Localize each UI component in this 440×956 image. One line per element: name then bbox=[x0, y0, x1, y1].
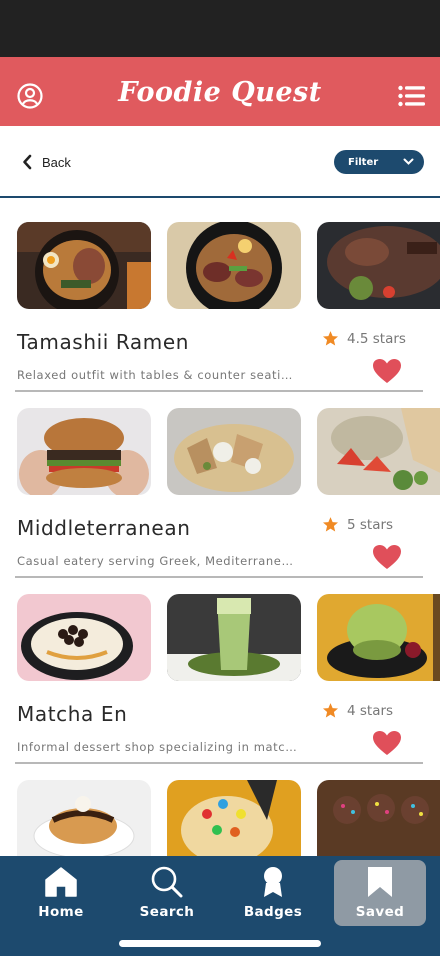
restaurant-description: Casual eatery serving Greek, Mediterrane… bbox=[17, 554, 297, 568]
heart-icon bbox=[373, 545, 401, 569]
rating-text: 5 stars bbox=[347, 516, 394, 533]
save-heart-button[interactable] bbox=[372, 358, 402, 384]
nav-badges[interactable]: Badges bbox=[227, 860, 319, 926]
nav-label: Badges bbox=[243, 904, 303, 920]
search-icon bbox=[151, 866, 183, 898]
rating: 4.5 stars bbox=[322, 330, 406, 347]
restaurant-name[interactable]: Middleterranean bbox=[17, 516, 190, 540]
food-photo[interactable] bbox=[167, 222, 301, 309]
food-photo[interactable] bbox=[17, 780, 151, 856]
bottom-nav: Home Search Badges Saved bbox=[0, 856, 440, 956]
heart-icon bbox=[373, 359, 401, 383]
nav-label: Home bbox=[38, 904, 84, 920]
save-heart-button[interactable] bbox=[372, 544, 402, 570]
chevron-down-icon bbox=[403, 158, 414, 165]
badge-icon bbox=[264, 867, 282, 897]
menu-button[interactable] bbox=[398, 85, 425, 107]
restaurant-card[interactable]: Middleterranean 5 stars Casual eatery se… bbox=[0, 384, 440, 578]
home-indicator bbox=[119, 940, 321, 947]
rating: 5 stars bbox=[322, 516, 393, 533]
status-bar bbox=[0, 0, 440, 57]
food-photo[interactable] bbox=[167, 408, 301, 495]
star-icon bbox=[322, 517, 339, 532]
star-icon bbox=[322, 331, 339, 346]
filter-dropdown[interactable]: Filter bbox=[334, 150, 424, 174]
food-photo[interactable] bbox=[167, 780, 301, 856]
chevron-left-icon bbox=[23, 154, 32, 170]
restaurant-feed[interactable]: Tamashii Ramen 4.5 stars Relaxed outfit … bbox=[0, 198, 440, 856]
heart-icon bbox=[373, 731, 401, 755]
restaurant-description: Relaxed outfit with tables & counter sea… bbox=[17, 368, 297, 382]
home-icon bbox=[45, 867, 77, 897]
back-button[interactable]: Back bbox=[22, 152, 71, 172]
hamburger-menu-icon bbox=[398, 85, 425, 107]
restaurant-name[interactable]: Tamashii Ramen bbox=[17, 330, 189, 354]
app-title: Foodie Quest bbox=[118, 77, 322, 108]
rating-text: 4 stars bbox=[347, 702, 394, 719]
nav-saved[interactable]: Saved bbox=[334, 860, 426, 926]
back-label: Back bbox=[42, 154, 71, 170]
restaurant-description: Informal dessert shop specializing in ma… bbox=[17, 740, 297, 754]
nav-label: Saved bbox=[355, 904, 405, 920]
star-icon bbox=[322, 703, 339, 718]
rating: 4 stars bbox=[322, 702, 393, 719]
restaurant-card[interactable] bbox=[0, 756, 440, 856]
food-photo[interactable] bbox=[17, 594, 151, 681]
food-photo[interactable] bbox=[317, 594, 440, 681]
restaurant-card[interactable]: Tamashii Ramen 4.5 stars Relaxed outfit … bbox=[0, 198, 440, 392]
food-photo[interactable] bbox=[167, 594, 301, 681]
bookmark-icon bbox=[368, 867, 392, 897]
food-photo[interactable] bbox=[317, 408, 440, 495]
filter-label: Filter bbox=[348, 156, 379, 168]
nav-search[interactable]: Search bbox=[121, 860, 213, 926]
food-photo[interactable] bbox=[317, 222, 440, 309]
restaurant-card[interactable]: Matcha En 4 stars Informal dessert shop … bbox=[0, 570, 440, 764]
food-photo[interactable] bbox=[317, 780, 440, 856]
restaurant-name[interactable]: Matcha En bbox=[17, 702, 127, 726]
food-photo[interactable] bbox=[17, 222, 151, 309]
rating-text: 4.5 stars bbox=[347, 330, 406, 347]
app-header: Foodie Quest bbox=[0, 57, 440, 126]
food-photo[interactable] bbox=[17, 408, 151, 495]
save-heart-button[interactable] bbox=[372, 730, 402, 756]
nav-label: Search bbox=[139, 904, 195, 920]
nav-home[interactable]: Home bbox=[15, 860, 107, 926]
